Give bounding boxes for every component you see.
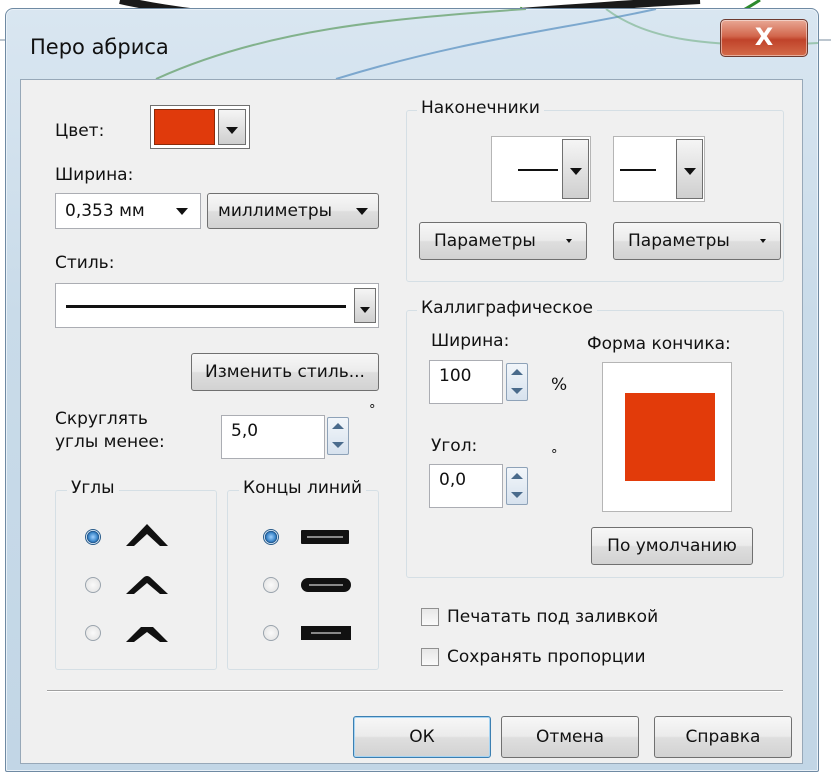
calligraphic-angle-input[interactable]: 0,0: [429, 464, 503, 508]
help-button[interactable]: Справка: [654, 716, 792, 758]
nib-shape-square: [625, 393, 715, 481]
round-corners-value: 5,0: [231, 421, 259, 441]
line-preview: [518, 169, 558, 171]
calligraphic-angle-unit: °: [551, 448, 558, 463]
calligraphic-angle-label: Угол:: [431, 436, 478, 456]
end-arrow-select[interactable]: [613, 136, 705, 202]
spin-up-icon[interactable]: [511, 473, 523, 479]
start-arrow-dropdown[interactable]: [562, 139, 589, 199]
spin-down-icon[interactable]: [332, 442, 344, 448]
arrow-params-right-button[interactable]: Параметры: [613, 222, 781, 260]
default-nib-label: По умолчанию: [607, 536, 737, 556]
degree-unit: °: [369, 403, 376, 418]
style-dropdown-arrow[interactable]: [354, 288, 376, 323]
divider: [47, 690, 783, 692]
calligraphic-width-label: Ширина:: [431, 331, 510, 351]
edit-style-button[interactable]: Изменить стиль...: [191, 353, 379, 391]
corner-round-radio[interactable]: [85, 577, 101, 593]
title-bar[interactable]: Перо абриса X: [6, 9, 818, 79]
default-nib-button[interactable]: По умолчанию: [591, 527, 753, 565]
chevron-down-icon: [176, 208, 188, 215]
close-icon: X: [754, 23, 774, 51]
color-swatch: [154, 109, 215, 145]
round-corners-label-line1: Скруглять: [55, 409, 148, 429]
close-button[interactable]: X: [720, 19, 808, 57]
round-corners-label-line2: углы менее:: [55, 432, 165, 452]
start-arrow-select[interactable]: [491, 136, 591, 202]
style-label: Стиль:: [55, 253, 115, 273]
end-arrow-dropdown[interactable]: [676, 139, 703, 199]
cap-butt-radio[interactable]: [263, 529, 279, 545]
butt-cap-icon: [301, 530, 349, 544]
round-cap-icon: [301, 578, 351, 592]
scale-with-image-label[interactable]: Сохранять пропорции: [447, 647, 646, 667]
width-label: Ширина:: [55, 165, 134, 185]
line-style-preview: [66, 305, 346, 308]
arrow-params-left-label: Параметры: [434, 231, 536, 251]
cancel-button[interactable]: Отмена: [501, 716, 639, 758]
chevron-down-icon: [683, 168, 696, 175]
print-behind-fill-label[interactable]: Печатать под заливкой: [447, 607, 658, 627]
print-behind-fill-checkbox[interactable]: [421, 608, 439, 626]
line-preview: [620, 169, 656, 171]
chevron-down-icon: [356, 208, 368, 215]
width-value: 0,353 мм: [65, 201, 145, 221]
arrowheads-group-title: Наконечники: [417, 98, 544, 118]
color-label: Цвет:: [55, 121, 104, 141]
scale-with-image-checkbox[interactable]: [421, 648, 439, 666]
corners-group-title: Углы: [67, 478, 119, 498]
calligraphic-angle-spinner[interactable]: [506, 467, 528, 505]
width-select[interactable]: 0,353 мм: [55, 193, 201, 229]
nib-shape-preview[interactable]: [602, 362, 732, 512]
cap-round-radio[interactable]: [263, 577, 279, 593]
round-corners-spinner[interactable]: [327, 417, 349, 455]
cap-square-radio[interactable]: [263, 625, 279, 641]
calligraphic-group-title: Каллиграфическое: [417, 298, 597, 318]
round-corners-input[interactable]: 5,0: [221, 415, 325, 459]
bevel-corner-icon: [126, 627, 168, 642]
dialog-body: Цвет: Ширина: 0,353 мм миллиметры Стиль:…: [20, 79, 803, 764]
chevron-down-icon: [569, 168, 582, 175]
miter-corner-icon: [126, 524, 168, 546]
spin-up-icon[interactable]: [511, 369, 523, 375]
units-value: миллиметры: [218, 201, 333, 221]
nib-shape-label: Форма кончика:: [587, 334, 731, 354]
ok-button[interactable]: ОК: [353, 716, 491, 758]
spin-down-icon[interactable]: [511, 492, 523, 498]
calligraphic-angle-value: 0,0: [439, 470, 467, 490]
calligraphic-width-input[interactable]: 100: [429, 360, 503, 404]
spin-down-icon[interactable]: [511, 388, 523, 394]
color-dropdown-arrow[interactable]: [218, 109, 246, 145]
window-title: Перо абриса: [30, 35, 169, 59]
square-cap-icon: [301, 626, 351, 640]
calligraphic-width-unit: %: [551, 375, 568, 395]
outline-pen-dialog: Перо абриса X Цвет: Ширина: 0,353 мм мил…: [5, 8, 819, 772]
units-select[interactable]: миллиметры: [207, 193, 379, 229]
corner-miter-radio[interactable]: [85, 529, 101, 545]
style-select[interactable]: [55, 283, 379, 328]
color-picker[interactable]: [150, 105, 250, 149]
calligraphic-width-value: 100: [439, 366, 472, 386]
arrow-params-left-button[interactable]: Параметры: [419, 222, 587, 260]
chevron-down-icon: [360, 307, 370, 313]
line-caps-group-title: Концы линий: [239, 478, 367, 498]
calligraphic-width-spinner[interactable]: [506, 363, 528, 401]
chevron-down-icon: [226, 127, 238, 134]
round-corner-icon: [126, 576, 168, 594]
chevron-down-icon: [760, 239, 766, 243]
color-label-text: Цвет:: [55, 121, 105, 141]
corner-bevel-radio[interactable]: [85, 625, 101, 641]
chevron-down-icon: [566, 239, 572, 243]
arrow-params-right-label: Параметры: [628, 231, 730, 251]
spin-up-icon[interactable]: [332, 423, 344, 429]
